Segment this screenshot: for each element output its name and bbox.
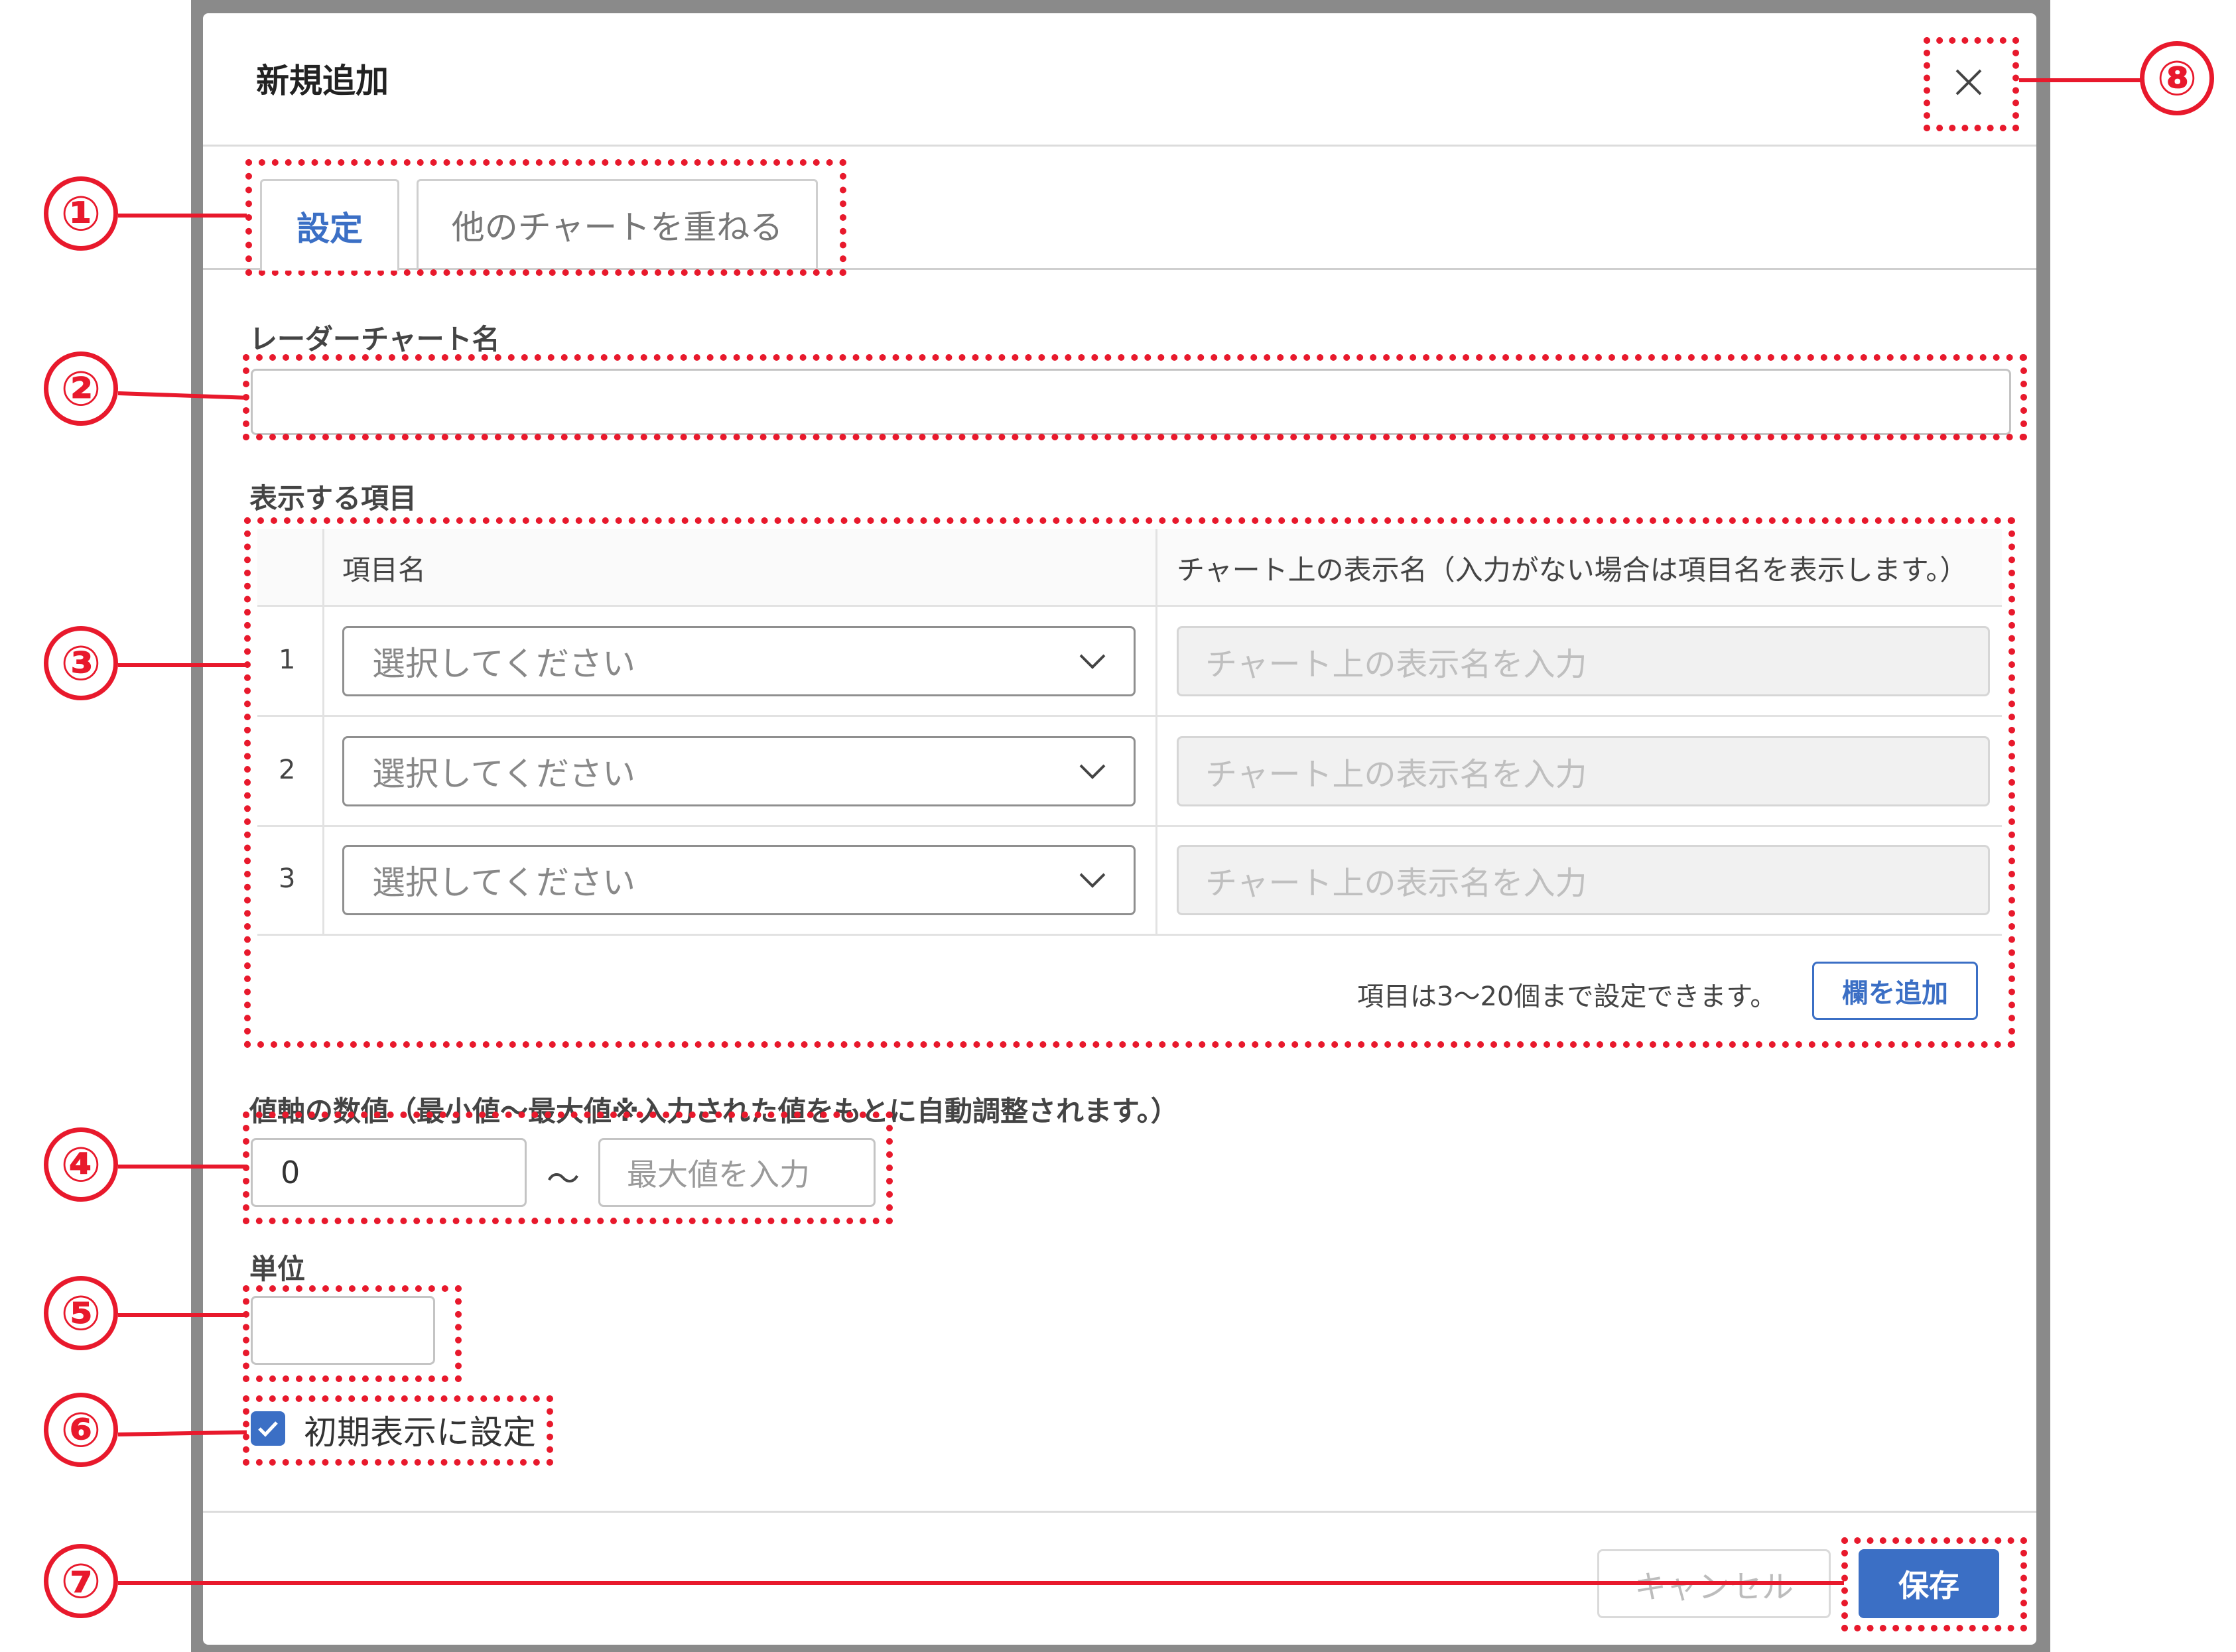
annotation-box-6 xyxy=(243,1395,553,1466)
annotation-box-2 xyxy=(243,354,2027,440)
dialog-title: 新規追加 xyxy=(256,62,389,100)
annotation-marker-2: ② xyxy=(44,351,118,426)
footer-divider xyxy=(203,1511,2036,1513)
leader-line-5 xyxy=(118,1313,247,1317)
header-divider xyxy=(203,145,2036,147)
annotation-box-3 xyxy=(244,517,2015,1048)
annotation-marker-3: ③ xyxy=(44,626,118,700)
tab-settings[interactable]: 設定 xyxy=(260,179,399,271)
annotation-marker-7: ⑦ xyxy=(44,1544,118,1618)
unit-label: 単位 xyxy=(249,1253,306,1285)
leader-line-8 xyxy=(2019,78,2148,82)
leader-line-7 xyxy=(118,1581,1844,1585)
annotation-box-5 xyxy=(243,1285,462,1382)
annotation-marker-1: ① xyxy=(44,176,118,251)
annotation-marker-4: ④ xyxy=(44,1127,118,1202)
annotation-box-8 xyxy=(1924,37,2019,131)
chart-name-label: レーダーチャート名 xyxy=(249,323,500,355)
annotation-box-7 xyxy=(1841,1537,2027,1631)
leader-line-3 xyxy=(118,663,247,667)
annotation-box-4 xyxy=(243,1112,893,1224)
annotation-marker-6: ⑥ xyxy=(44,1393,118,1467)
leader-line-4 xyxy=(118,1165,247,1169)
annotation-marker-8: ⑧ xyxy=(2140,41,2214,115)
annotation-marker-5: ⑤ xyxy=(44,1276,118,1350)
items-label: 表示する項目 xyxy=(249,482,417,515)
leader-line-1 xyxy=(118,214,247,218)
